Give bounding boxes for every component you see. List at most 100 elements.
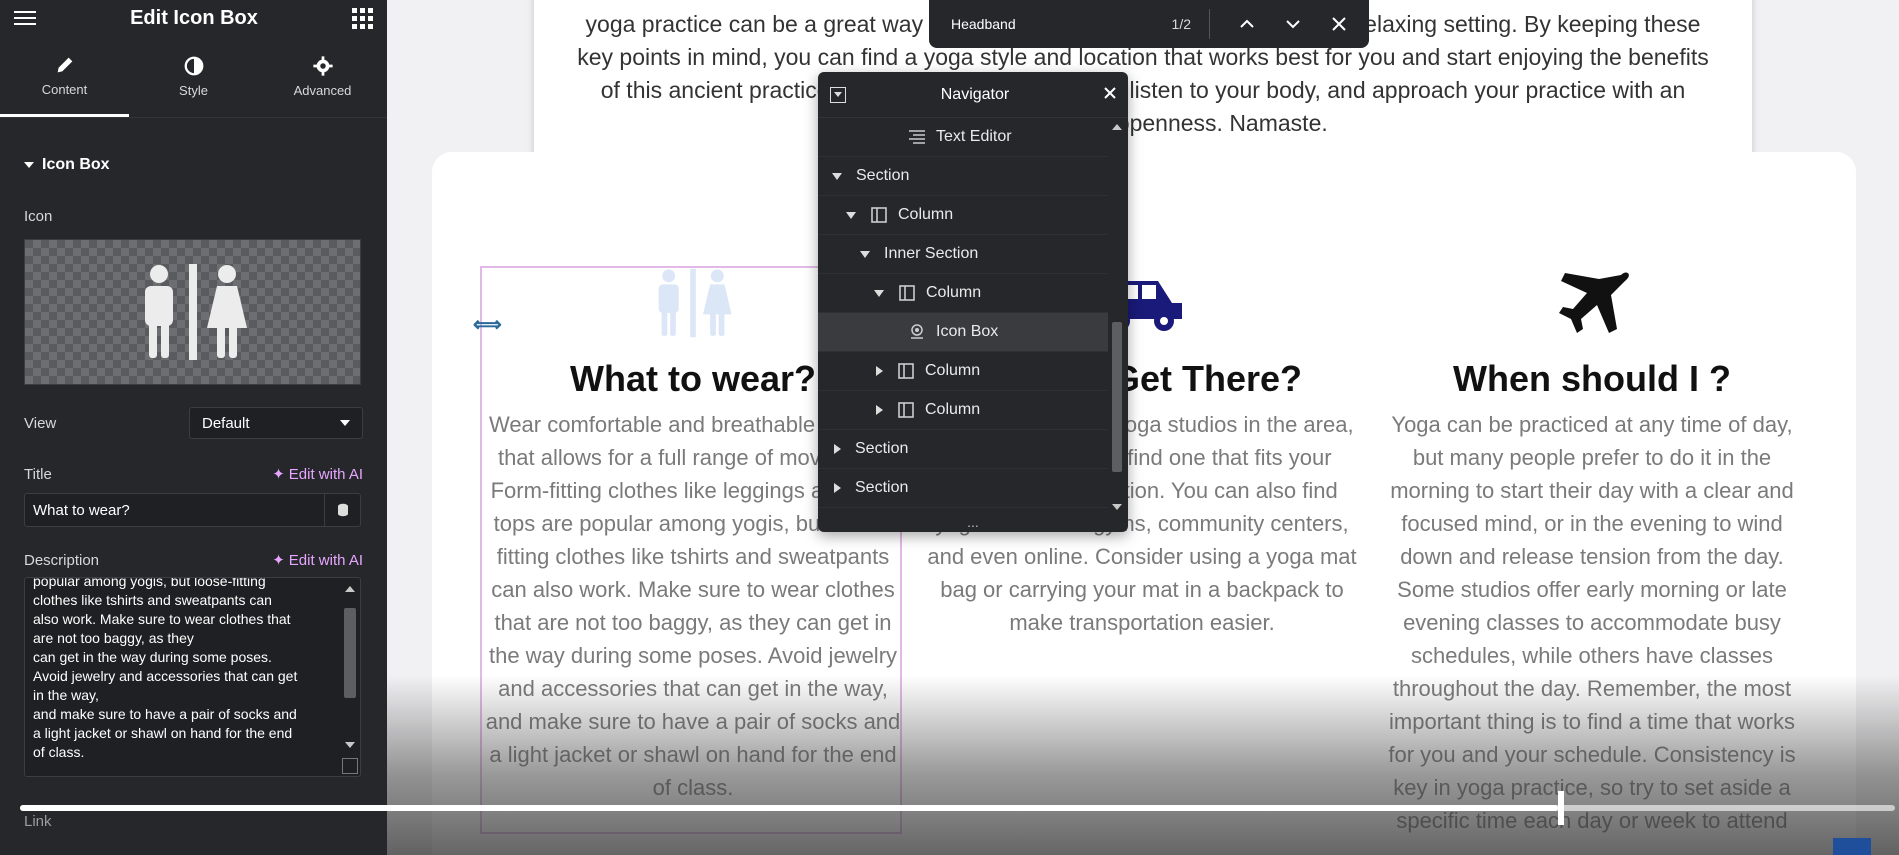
chevron-up-icon xyxy=(1240,19,1254,28)
caret-down-icon xyxy=(860,250,870,258)
description-text: popular among yogis, but loose-fitting c… xyxy=(33,577,298,760)
caret-down-icon xyxy=(24,162,34,168)
page-canvas: yoga practice can be a great way to rela… xyxy=(387,0,1899,855)
view-select[interactable]: Default xyxy=(189,407,363,439)
caret-right-icon xyxy=(834,444,841,454)
edit-with-ai-label: Edit with AI xyxy=(288,551,363,569)
find-divider xyxy=(1209,9,1210,39)
link-label: Link xyxy=(24,813,52,830)
caret-right-icon xyxy=(876,366,883,376)
icon-box-description: Yoga can be practiced at any time of day… xyxy=(1388,412,1796,833)
icon-box-when-should-i[interactable]: When should I ? Yoga can be practiced at… xyxy=(1377,268,1807,837)
view-select-value: Default xyxy=(202,414,250,432)
video-progress-bar[interactable] xyxy=(20,791,1895,825)
caret-down-icon xyxy=(874,289,884,297)
description-label: Description xyxy=(24,551,100,569)
nav-item-column[interactable]: Column xyxy=(818,391,1108,430)
find-previous-button[interactable] xyxy=(1224,19,1270,29)
text-align-icon xyxy=(908,128,926,146)
dynamic-tags-icon[interactable] xyxy=(324,494,360,526)
progress-scrubber[interactable] xyxy=(1557,791,1564,825)
title-field-value: What to wear? xyxy=(33,501,130,519)
nav-item-column[interactable]: Column xyxy=(818,196,1108,235)
chevron-down-icon xyxy=(340,420,350,426)
tab-content[interactable]: Content xyxy=(0,36,129,117)
nav-item-section[interactable]: Section xyxy=(818,469,1108,508)
corner-button[interactable] xyxy=(1833,838,1871,855)
find-match-count: 1/2 xyxy=(1171,16,1191,32)
edit-with-ai-label: Edit with AI xyxy=(288,465,363,483)
close-icon xyxy=(1332,17,1346,31)
half-circle-icon xyxy=(184,56,203,76)
nav-item-label: Section xyxy=(856,167,910,184)
tab-style-label: Style xyxy=(179,83,208,98)
editor-panel: Edit Icon Box Content Style Advanced Ico… xyxy=(0,0,387,855)
nav-item-label: Column xyxy=(925,401,981,418)
nav-item-label: Column xyxy=(925,362,981,379)
nav-item-label: Column xyxy=(926,284,982,301)
nav-item-label: Icon Box xyxy=(936,323,999,340)
find-query[interactable]: Headband xyxy=(951,16,1141,32)
find-bar: Headband 1/2 xyxy=(929,0,1369,48)
caret-down-icon xyxy=(846,211,856,219)
progress-fill xyxy=(20,805,1558,811)
tab-advanced[interactable]: Advanced xyxy=(258,36,387,117)
gear-icon xyxy=(312,56,333,76)
nav-item-label: Section xyxy=(855,479,909,496)
nav-item-label: Section xyxy=(855,440,909,457)
navigator-tree: Text Editor Section Column Inner Section… xyxy=(818,118,1108,508)
find-next-button[interactable] xyxy=(1270,19,1316,29)
pencil-icon xyxy=(57,57,72,72)
view-label: View xyxy=(24,414,57,432)
nav-item-column[interactable]: Column xyxy=(818,352,1108,391)
close-icon[interactable] xyxy=(1104,86,1116,104)
navigator-header[interactable]: Navigator xyxy=(818,72,1128,118)
chevron-down-icon xyxy=(1286,20,1300,29)
nav-item-section[interactable]: Section xyxy=(818,430,1108,469)
nav-item-column[interactable]: Column xyxy=(818,274,1108,313)
icon-box-title: When should I ? xyxy=(1453,358,1731,399)
section-title: Icon Box xyxy=(42,156,110,173)
caret-down-icon xyxy=(832,172,842,180)
panel-title: Edit Icon Box xyxy=(130,6,258,29)
edit-with-ai-title[interactable]: ✦ Edit with AI xyxy=(272,465,363,484)
tab-content-label: Content xyxy=(41,81,88,97)
caret-right-icon xyxy=(876,405,883,415)
title-field[interactable]: What to wear? xyxy=(24,493,361,527)
nav-item-label: Inner Section xyxy=(884,245,979,262)
title-label: Title xyxy=(24,465,52,483)
nav-item-text-editor[interactable]: Text Editor xyxy=(818,118,1108,157)
icon-picker-preview[interactable] xyxy=(24,239,361,385)
restroom-icon xyxy=(144,264,247,360)
navigator-scrollbar[interactable] xyxy=(1110,122,1124,512)
tab-advanced-label: Advanced xyxy=(293,83,352,98)
collapse-all-icon[interactable] xyxy=(830,86,846,103)
hamburger-menu-icon[interactable] xyxy=(14,7,36,29)
find-close-button[interactable] xyxy=(1316,17,1362,31)
icon-label: Icon xyxy=(24,208,53,225)
tab-style[interactable]: Style xyxy=(129,36,258,117)
column-icon xyxy=(897,362,915,380)
nav-item-icon-box[interactable]: Icon Box xyxy=(818,313,1108,352)
column-icon xyxy=(870,206,888,224)
column-icon xyxy=(897,401,915,419)
icon-box-icon xyxy=(908,323,926,341)
caret-right-icon xyxy=(834,483,841,493)
nav-item-label: Column xyxy=(898,206,954,223)
sparkle-icon: ✦ xyxy=(272,552,285,569)
description-scrollbar[interactable] xyxy=(342,582,358,752)
plane-icon xyxy=(1559,272,1629,333)
resize-handle-icon[interactable] xyxy=(342,758,358,774)
widgets-grid-icon[interactable] xyxy=(351,7,373,29)
panel-tabs: Content Style Advanced xyxy=(0,36,387,118)
nav-item-label: Text Editor xyxy=(936,128,1012,145)
edit-with-ai-description[interactable]: ✦ Edit with AI xyxy=(272,551,363,570)
navigator-resize-handle[interactable]: ... xyxy=(818,514,1128,530)
description-textarea[interactable]: popular among yogis, but loose-fitting c… xyxy=(24,577,361,777)
nav-item-section[interactable]: Section xyxy=(818,157,1108,196)
nav-item-inner-section[interactable]: Inner Section xyxy=(818,235,1108,274)
navigator-title: Navigator xyxy=(940,85,1010,103)
section-toggle-icon-box[interactable]: Icon Box xyxy=(24,156,363,174)
sparkle-icon: ✦ xyxy=(272,466,285,483)
column-icon xyxy=(898,284,916,302)
